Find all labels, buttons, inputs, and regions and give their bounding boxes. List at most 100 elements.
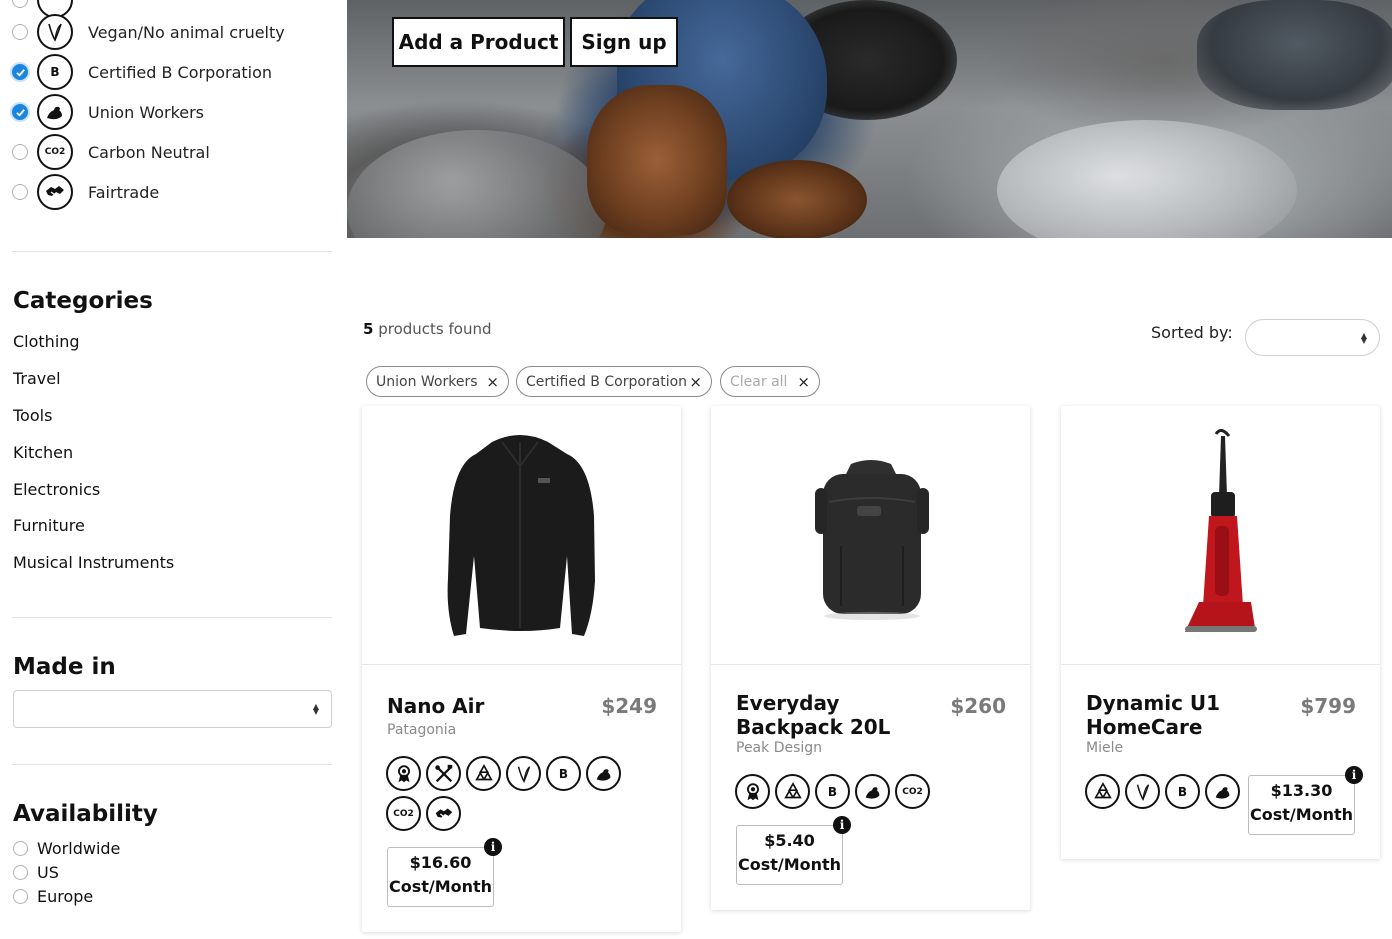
co2-text: CO2 bbox=[902, 786, 923, 797]
made-in-title: Made in bbox=[13, 654, 116, 680]
b-corp-icon: B bbox=[546, 756, 581, 791]
filter-chip-b-corp[interactable]: Certified B Corporation × bbox=[516, 366, 712, 397]
cost-value: $5.40 bbox=[764, 831, 815, 850]
co2-text: CO2 bbox=[44, 147, 66, 157]
filter-label: Union Workers bbox=[88, 102, 205, 122]
badge-list: B bbox=[1085, 774, 1255, 814]
product-name[interactable]: Everyday Backpack 20L bbox=[736, 691, 906, 739]
jacket-image bbox=[447, 435, 595, 636]
filter-label: Certified B Corporation bbox=[88, 62, 273, 82]
cost-unit: Cost/Month bbox=[737, 855, 842, 874]
availability-label: US bbox=[37, 862, 59, 882]
availability-europe[interactable]: Europe bbox=[13, 886, 93, 906]
b-corp-icon: B bbox=[815, 774, 850, 809]
product-card-nano-air[interactable]: Nano Air $249 Patagonia B CO2 $16.60 Cos… bbox=[362, 406, 681, 932]
filter-checkbox-fairtrade[interactable] bbox=[12, 184, 28, 200]
backpack-image bbox=[815, 460, 929, 620]
cost-unit: Cost/Month bbox=[388, 877, 493, 896]
info-icon[interactable]: i bbox=[484, 838, 502, 856]
close-icon[interactable]: × bbox=[797, 373, 810, 391]
vacuum-image bbox=[1185, 429, 1257, 632]
filter-checkbox-carbon[interactable] bbox=[12, 144, 28, 160]
badge-list: B CO2 bbox=[735, 774, 985, 814]
categories-title: Categories bbox=[13, 288, 153, 314]
product-name[interactable]: Nano Air bbox=[387, 694, 557, 718]
filter-chip-union-workers[interactable]: Union Workers × bbox=[366, 366, 509, 397]
hero-image-rock bbox=[347, 130, 607, 238]
fairtrade-handshake-icon bbox=[426, 796, 461, 831]
award-icon bbox=[386, 756, 421, 791]
checkmark-icon bbox=[15, 108, 25, 117]
chip-label: Union Workers bbox=[376, 373, 478, 390]
availability-radio[interactable] bbox=[13, 864, 28, 880]
cost-unit: Cost/Month bbox=[1249, 805, 1354, 824]
results-count-suffix: products found bbox=[378, 320, 492, 338]
cost-per-month-box[interactable]: $16.60 Cost/Month bbox=[387, 847, 494, 907]
cost-per-month-box[interactable]: $13.30 Cost/Month bbox=[1248, 775, 1355, 835]
award-icon bbox=[735, 774, 770, 809]
sign-up-button[interactable]: Sign up bbox=[570, 17, 678, 67]
category-musical-instruments[interactable]: Musical Instruments bbox=[13, 553, 174, 572]
category-kitchen[interactable]: Kitchen bbox=[13, 443, 73, 462]
filter-checkbox[interactable] bbox=[12, 0, 28, 8]
clear-all-chip[interactable]: Clear all × bbox=[720, 366, 820, 397]
category-tools[interactable]: Tools bbox=[13, 406, 52, 425]
add-product-button[interactable]: Add a Product bbox=[392, 17, 565, 67]
product-card-everyday-backpack[interactable]: Everyday Backpack 20L $260 Peak Design B… bbox=[711, 406, 1030, 910]
availability-title: Availability bbox=[13, 801, 158, 827]
filter-row-vegan[interactable]: Vegan/No animal cruelty bbox=[12, 14, 285, 50]
fairtrade-handshake-icon bbox=[37, 174, 73, 210]
results-count: 5 products found bbox=[363, 320, 492, 338]
filter-row-fairtrade[interactable]: Fairtrade bbox=[12, 174, 159, 210]
badge-list: B CO2 bbox=[386, 756, 636, 836]
availability-worldwide[interactable]: Worldwide bbox=[13, 838, 120, 858]
divider bbox=[12, 251, 332, 252]
chip-label: Certified B Corporation bbox=[526, 373, 688, 390]
product-image[interactable] bbox=[711, 406, 1030, 665]
union-arm-icon bbox=[586, 756, 621, 791]
info-icon[interactable]: i bbox=[833, 816, 851, 834]
vegan-leaf-icon bbox=[1125, 774, 1160, 809]
select-arrows-icon: ▲ ▼ bbox=[1360, 330, 1367, 345]
vegan-leaf-icon bbox=[37, 14, 73, 50]
filter-checkbox-b-corp[interactable] bbox=[12, 64, 28, 80]
cost-value: $16.60 bbox=[409, 853, 472, 872]
product-brand: Peak Design bbox=[736, 740, 823, 756]
info-icon[interactable]: i bbox=[1345, 766, 1363, 784]
availability-label: Europe bbox=[37, 886, 94, 906]
product-name[interactable]: Dynamic U1 HomeCare bbox=[1086, 691, 1256, 739]
union-arm-icon bbox=[855, 774, 890, 809]
product-card-dynamic-u1[interactable]: Dynamic U1 HomeCare $799 Miele B $13.30 … bbox=[1061, 406, 1380, 859]
union-arm-icon bbox=[1205, 774, 1240, 809]
co2-icon: CO2 bbox=[386, 796, 421, 831]
category-clothing[interactable]: Clothing bbox=[13, 332, 80, 351]
category-furniture[interactable]: Furniture bbox=[13, 516, 85, 535]
category-travel[interactable]: Travel bbox=[13, 369, 61, 388]
close-icon[interactable]: × bbox=[689, 373, 702, 391]
recycle-icon bbox=[775, 774, 810, 809]
cost-value: $13.30 bbox=[1270, 781, 1333, 800]
sorted-by-label: Sorted by: bbox=[1151, 323, 1233, 342]
filter-label: Fairtrade bbox=[88, 182, 160, 202]
product-brand: Miele bbox=[1086, 740, 1124, 756]
availability-radio[interactable] bbox=[13, 888, 28, 904]
recycle-icon bbox=[1085, 774, 1120, 809]
close-icon[interactable]: × bbox=[486, 373, 499, 391]
filter-row-union[interactable]: Union Workers bbox=[12, 94, 204, 130]
product-image[interactable] bbox=[362, 406, 681, 665]
sort-select[interactable]: ▲ ▼ bbox=[1245, 319, 1380, 356]
filter-row-carbon[interactable]: CO2 Carbon Neutral bbox=[12, 134, 210, 170]
filter-checkbox-vegan[interactable] bbox=[12, 24, 28, 40]
filter-checkbox-union[interactable] bbox=[12, 104, 28, 120]
filter-row-b-corp[interactable]: B Certified B Corporation bbox=[12, 54, 272, 90]
product-price: $260 bbox=[950, 694, 1006, 718]
hero-image-rock bbox=[997, 120, 1297, 238]
made-in-select[interactable]: ▲ ▼ bbox=[13, 690, 332, 728]
b-corp-icon: B bbox=[37, 54, 73, 90]
availability-us[interactable]: US bbox=[13, 862, 59, 882]
cost-per-month-box[interactable]: $5.40 Cost/Month bbox=[736, 825, 843, 885]
product-image[interactable] bbox=[1061, 406, 1380, 665]
recycle-icon bbox=[466, 756, 501, 791]
category-electronics[interactable]: Electronics bbox=[13, 480, 100, 499]
availability-radio[interactable] bbox=[13, 840, 28, 856]
